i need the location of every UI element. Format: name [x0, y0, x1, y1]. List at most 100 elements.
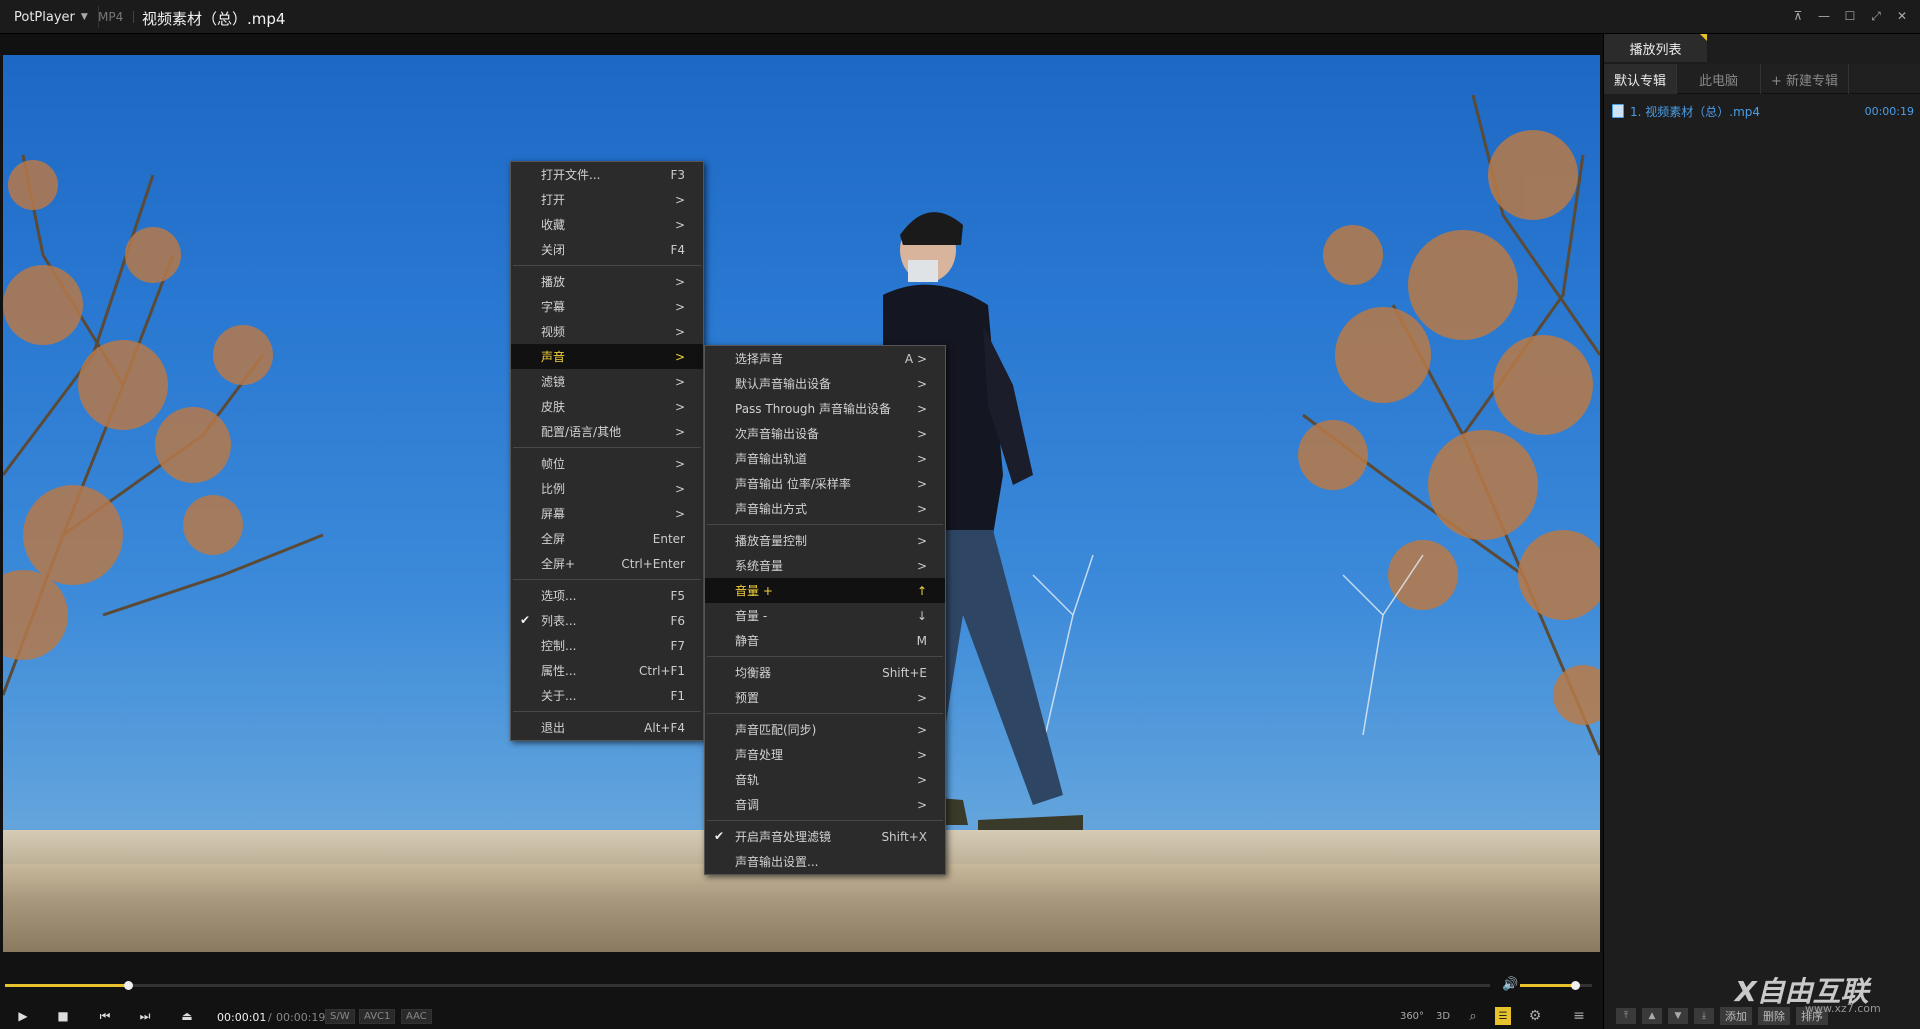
close-icon[interactable]: ✕	[1892, 6, 1912, 26]
menu-item[interactable]: 皮肤 >	[511, 394, 703, 419]
menu-item[interactable]: 全屏 Enter	[511, 526, 703, 551]
menu-item[interactable]: 播放 >	[511, 269, 703, 294]
next-button[interactable]: ⏭	[134, 1007, 156, 1025]
zoom-icon[interactable]: ⌕	[1462, 1007, 1484, 1025]
menu-item[interactable]: ✔ 开启声音处理滤镜 Shift+X	[705, 824, 945, 849]
move-top-icon[interactable]: ⤒	[1616, 1007, 1636, 1024]
menu-item-shortcut: >	[916, 747, 927, 762]
menu-item[interactable]: 视频 >	[511, 319, 703, 344]
volume-icon[interactable]: 🔊	[1502, 977, 1518, 992]
menu-item-shortcut: >	[916, 426, 927, 441]
eject-button[interactable]: ⏏	[176, 1007, 198, 1025]
maximize-icon[interactable]: ☐	[1840, 6, 1860, 26]
menu-item[interactable]: 声音匹配(同步) >	[705, 717, 945, 742]
stop-button[interactable]: ■	[52, 1007, 74, 1025]
codec-badge-audio[interactable]: AAC	[401, 1009, 432, 1024]
tab-marker	[1700, 34, 1707, 41]
menu-separator	[513, 265, 701, 266]
menu-item[interactable]: 音调 >	[705, 792, 945, 817]
check-icon: ✔	[714, 829, 725, 843]
tab-default-album[interactable]: 默认专辑	[1604, 64, 1678, 94]
volume-thumb[interactable]	[1571, 981, 1581, 990]
play-button[interactable]: ▶	[12, 1007, 34, 1025]
minimize-icon[interactable]: —	[1814, 6, 1834, 26]
pin-icon[interactable]: ⊼	[1788, 6, 1808, 26]
menu-item[interactable]: 预置 >	[705, 685, 945, 710]
menu-item-label: 打开文件...	[541, 168, 601, 182]
menu-item[interactable]: 播放音量控制 >	[705, 528, 945, 553]
menu-item[interactable]: 屏幕 >	[511, 501, 703, 526]
menu-item[interactable]: 声音 >	[511, 344, 703, 369]
menu-item-label: 收藏	[541, 218, 566, 232]
previous-button[interactable]: ⏮	[94, 1007, 116, 1025]
volume-slider[interactable]	[1520, 981, 1592, 990]
menu-item[interactable]: 声音处理 >	[705, 742, 945, 767]
menu-item-shortcut: F3	[670, 167, 685, 182]
menu-item[interactable]: 声音输出 位率/采样率 >	[705, 471, 945, 496]
menu-item-label: 次声音输出设备	[735, 427, 820, 441]
menu-item[interactable]: 次声音输出设备 >	[705, 421, 945, 446]
360-button[interactable]: 360°	[1400, 1007, 1424, 1025]
seek-thumb[interactable]	[124, 981, 134, 990]
tab-playlist[interactable]: 播放列表	[1604, 34, 1707, 62]
menu-item[interactable]: 全屏+ Ctrl+Enter	[511, 551, 703, 576]
format-badge: MP4	[98, 10, 124, 24]
menu-item[interactable]: 音轨 >	[705, 767, 945, 792]
menu-item-label: 音调	[735, 798, 760, 812]
menu-item[interactable]: 均衡器 Shift+E	[705, 660, 945, 685]
fullscreen-icon[interactable]: ⤢	[1866, 6, 1886, 26]
menu-item[interactable]: 音量 + ↑	[705, 578, 945, 603]
menu-item[interactable]: 关于... F1	[511, 683, 703, 708]
menu-item[interactable]: 比例 >	[511, 476, 703, 501]
menu-item[interactable]: 退出 Alt+F4	[511, 715, 703, 740]
menu-item[interactable]: 滤镜 >	[511, 369, 703, 394]
menu-item[interactable]: 关闭 F4	[511, 237, 703, 262]
menu-item[interactable]: 静音 M	[705, 628, 945, 653]
window-controls: ⊼ — ☐ ⤢ ✕	[1788, 6, 1912, 26]
playlist-item[interactable]: 1. 视频素材（总）.mp4 00:00:19	[1612, 101, 1914, 121]
menu-item[interactable]: Pass Through 声音输出设备 >	[705, 396, 945, 421]
menu-item[interactable]: ✔ 列表... F6	[511, 608, 703, 633]
menu-item[interactable]: 选择声音 A >	[705, 346, 945, 371]
codec-badge-sw[interactable]: S/W	[325, 1009, 355, 1024]
app-menu-button[interactable]: PotPlayer ▼	[4, 6, 99, 28]
menu-item[interactable]: 帧位 >	[511, 451, 703, 476]
menu-item-shortcut: >	[674, 374, 685, 389]
move-down-icon[interactable]: ▼	[1668, 1007, 1688, 1024]
menu-item[interactable]: 声音输出方式 >	[705, 496, 945, 521]
tab-this-pc[interactable]: 此电脑	[1677, 64, 1762, 94]
menu-item-shortcut: >	[674, 481, 685, 496]
menu-item[interactable]: 打开文件... F3	[511, 162, 703, 187]
menu-item-label: 静音	[735, 634, 760, 648]
menu-item[interactable]: 打开 >	[511, 187, 703, 212]
menu-item[interactable]: 声音输出轨道 >	[705, 446, 945, 471]
playlist-toggle-icon[interactable]: ☰	[1495, 1007, 1511, 1025]
menu-item[interactable]: 默认声音输出设备 >	[705, 371, 945, 396]
menu-item[interactable]: 控制... F7	[511, 633, 703, 658]
move-up-icon[interactable]: ▲	[1642, 1007, 1662, 1024]
menu-item-label: 列表...	[541, 614, 577, 628]
menu-item-label: 均衡器	[735, 666, 772, 680]
menu-item[interactable]: 系统音量 >	[705, 553, 945, 578]
menu-item[interactable]: 字幕 >	[511, 294, 703, 319]
menu-item-shortcut: >	[916, 772, 927, 787]
menu-item-label: 声音匹配(同步)	[735, 723, 817, 737]
move-bottom-icon[interactable]: ⤓	[1694, 1007, 1714, 1024]
tab-new-album[interactable]: + 新建专辑	[1761, 64, 1850, 94]
menu-item[interactable]: 收藏 >	[511, 212, 703, 237]
seek-bar[interactable]	[5, 981, 1490, 990]
menu-item-shortcut: >	[916, 690, 927, 705]
menu-item[interactable]: 声音输出设置...	[705, 849, 945, 874]
menu-item[interactable]: 配置/语言/其他 >	[511, 419, 703, 444]
settings-gear-icon[interactable]: ⚙	[1524, 1007, 1546, 1025]
menu-item[interactable]: 选项... F5	[511, 583, 703, 608]
menu-item[interactable]: 属性... Ctrl+F1	[511, 658, 703, 683]
3d-button[interactable]: 3D	[1432, 1007, 1454, 1025]
menu-item[interactable]: 音量 - ↓	[705, 603, 945, 628]
menu-item-shortcut: >	[674, 456, 685, 471]
menu-item-shortcut: ↑	[916, 583, 927, 598]
menu-icon[interactable]: ≡	[1568, 1007, 1590, 1025]
menu-item-label: 控制...	[541, 639, 577, 653]
codec-badge-video[interactable]: AVC1	[359, 1009, 396, 1024]
menu-item-shortcut: ↓	[916, 608, 927, 623]
